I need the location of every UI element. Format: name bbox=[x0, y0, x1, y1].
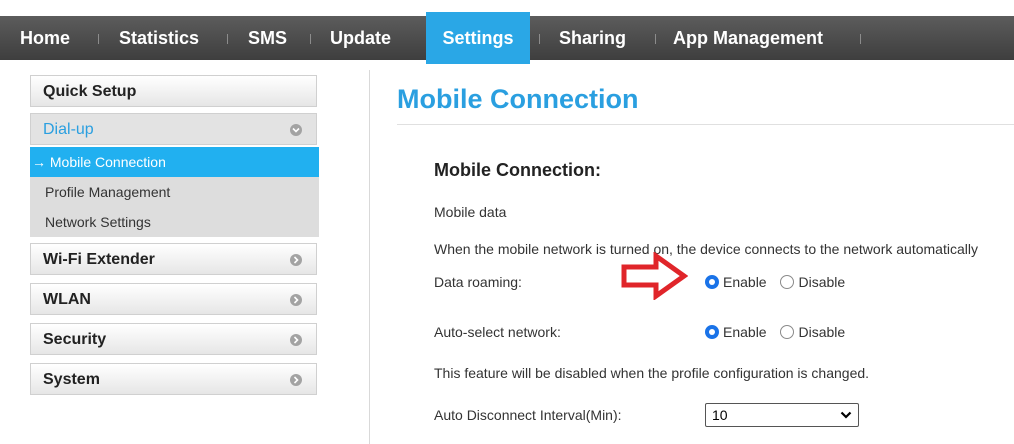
auto-disconnect-label: Auto Disconnect Interval(Min): bbox=[434, 407, 622, 423]
radio-unchecked-icon[interactable] bbox=[780, 275, 795, 289]
nav-separator bbox=[860, 34, 861, 44]
nav-sms[interactable]: SMS bbox=[248, 16, 287, 60]
sidebar-item-label: Mobile Connection bbox=[49, 154, 166, 170]
sidebar-item-label: Network Settings bbox=[45, 214, 151, 230]
sidebar-system[interactable]: System bbox=[30, 363, 317, 395]
mobile-data-label: Mobile data bbox=[434, 204, 507, 220]
data-roaming-radio-group: Enable Disable bbox=[705, 274, 855, 290]
sidebar-wlan[interactable]: WLAN bbox=[30, 283, 317, 315]
sidebar-quick-setup-label: Quick Setup bbox=[43, 83, 137, 100]
nav-statistics[interactable]: Statistics bbox=[119, 16, 199, 60]
sidebar-item-network-settings[interactable]: Network Settings bbox=[30, 207, 319, 237]
sidebar-wifi-extender[interactable]: Wi-Fi Extender bbox=[30, 243, 317, 275]
chevron-right-icon bbox=[290, 294, 302, 306]
mobile-data-description: When the mobile network is turned on, th… bbox=[434, 241, 978, 257]
nav-separator bbox=[655, 34, 656, 44]
nav-settings[interactable]: Settings bbox=[426, 12, 530, 64]
sidebar-security-label: Security bbox=[43, 331, 107, 348]
auto-select-enable-label: Enable bbox=[723, 324, 767, 340]
sidebar-wifi-extender-label: Wi-Fi Extender bbox=[43, 251, 155, 268]
nav-update[interactable]: Update bbox=[330, 16, 391, 60]
auto-select-enable-option[interactable]: Enable bbox=[705, 324, 767, 340]
sidebar-dial-up[interactable]: Dial-up bbox=[30, 113, 317, 145]
arrow-right-icon: → bbox=[32, 154, 46, 170]
auto-disconnect-value: 10 bbox=[712, 407, 728, 423]
section-title: Mobile Connection: bbox=[434, 160, 601, 180]
sidebar-wlan-label: WLAN bbox=[43, 291, 91, 308]
nav-app-management[interactable]: App Management bbox=[673, 16, 823, 60]
sidebar-dial-up-label: Dial-up bbox=[43, 121, 94, 138]
chevron-down-icon bbox=[840, 411, 852, 419]
chevron-right-icon bbox=[290, 374, 302, 386]
auto-select-network-label: Auto-select network: bbox=[434, 324, 561, 340]
radio-checked-icon[interactable] bbox=[705, 325, 719, 339]
chevron-right-icon bbox=[290, 254, 302, 266]
sidebar-quick-setup[interactable]: Quick Setup bbox=[30, 75, 317, 107]
page-title: Mobile Connection bbox=[397, 84, 639, 114]
profile-change-note: This feature will be disabled when the p… bbox=[434, 365, 870, 381]
nav-sharing[interactable]: Sharing bbox=[559, 16, 626, 60]
chevron-right-icon bbox=[290, 334, 302, 346]
auto-select-radio-group: Enable Disable bbox=[705, 324, 855, 340]
nav-home[interactable]: Home bbox=[20, 16, 70, 60]
radio-unchecked-icon[interactable] bbox=[780, 325, 795, 339]
chevron-down-icon bbox=[290, 124, 302, 136]
red-arrow-annotation-icon bbox=[621, 252, 688, 300]
nav-separator bbox=[310, 34, 311, 44]
data-roaming-label: Data roaming: bbox=[434, 274, 522, 290]
nav-separator bbox=[539, 34, 540, 44]
data-roaming-disable-option[interactable]: Disable bbox=[780, 274, 845, 290]
sidebar-item-mobile-connection[interactable]: → Mobile Connection bbox=[30, 147, 319, 177]
sidebar-item-label: Profile Management bbox=[45, 184, 171, 200]
title-divider bbox=[397, 124, 1014, 125]
radio-checked-icon[interactable] bbox=[705, 275, 719, 289]
data-roaming-enable-label: Enable bbox=[723, 274, 767, 290]
sidebar-security[interactable]: Security bbox=[30, 323, 317, 355]
sidebar-system-label: System bbox=[43, 371, 100, 388]
content-divider bbox=[369, 70, 370, 444]
auto-select-disable-label: Disable bbox=[798, 324, 846, 340]
data-roaming-enable-option[interactable]: Enable bbox=[705, 274, 767, 290]
auto-select-disable-option[interactable]: Disable bbox=[780, 324, 845, 340]
auto-disconnect-select[interactable]: 10 bbox=[705, 403, 859, 427]
nav-separator bbox=[98, 34, 99, 44]
data-roaming-disable-label: Disable bbox=[798, 274, 846, 290]
nav-separator bbox=[227, 34, 228, 44]
sidebar-item-profile-management[interactable]: Profile Management bbox=[30, 177, 319, 207]
